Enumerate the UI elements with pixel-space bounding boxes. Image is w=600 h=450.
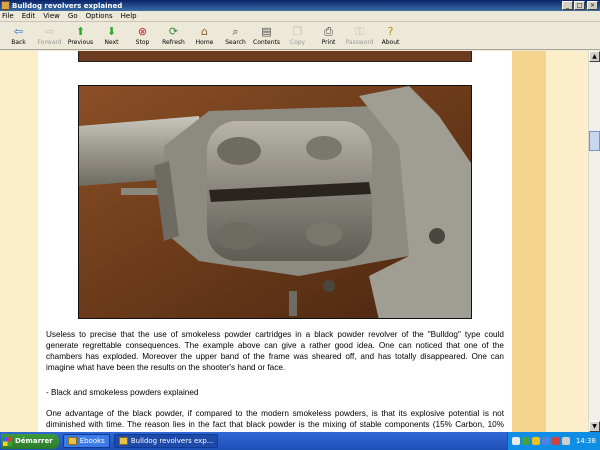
section-heading: - Black and smokeless powders explained: [46, 388, 199, 397]
tray-icon-6[interactable]: [561, 437, 570, 445]
menu-file[interactable]: File: [2, 12, 14, 20]
forward-button: ⇨ Forward: [34, 22, 65, 46]
copy-button: ❐ Copy: [282, 22, 313, 46]
paragraph-explosion: Useless to precise that the use of smoke…: [46, 330, 504, 372]
print-button[interactable]: ⎙ Print: [313, 22, 344, 46]
about-icon: ?: [387, 25, 394, 38]
tray-icon-5[interactable]: [551, 437, 560, 445]
app-icon: [1, 1, 10, 10]
menu-bar: File Edit View Go Options Help: [0, 11, 600, 22]
copy-label: Copy: [289, 39, 306, 46]
search-icon: ⌕: [232, 25, 239, 38]
print-icon: ⎙: [324, 25, 333, 38]
window-title: Bulldog revolvers explained: [12, 1, 123, 10]
taskbar: Démarrer Ebooks Bulldog revolvers exp...…: [0, 432, 600, 450]
start-label: Démarrer: [15, 437, 53, 445]
back-arrow-icon: ⇦: [13, 25, 24, 38]
refresh-button[interactable]: ⟳ Refresh: [158, 22, 189, 46]
title-bar[interactable]: Bulldog revolvers explained _ □ ×: [0, 0, 600, 11]
forward-label: Forward: [37, 39, 62, 46]
system-tray: 14:38: [506, 432, 600, 450]
task-bulldog-label: Bulldog revolvers exp...: [130, 437, 214, 445]
refresh-icon: ⟳: [168, 25, 179, 38]
stop-button[interactable]: ⊗ Stop: [127, 22, 158, 46]
close-button[interactable]: ×: [587, 1, 598, 10]
tray-icon-1[interactable]: [511, 437, 520, 445]
right-outer-band: [546, 51, 588, 432]
scroll-up-button[interactable]: ▲: [589, 51, 600, 62]
minimize-button[interactable]: _: [562, 1, 573, 10]
task-ebooks-label: Ebooks: [79, 437, 105, 445]
password-label: Password: [345, 39, 374, 46]
tray-icon-2[interactable]: [521, 437, 530, 445]
back-label: Back: [11, 39, 26, 46]
menu-options[interactable]: Options: [86, 12, 113, 20]
document-page: Useless to precise that the use of smoke…: [38, 51, 512, 432]
tray-icon-3[interactable]: [531, 437, 540, 445]
help-file-icon: [118, 437, 128, 445]
clock: 14:38: [575, 437, 596, 445]
maximize-button[interactable]: □: [574, 1, 585, 10]
previous-photo-bottom: [78, 51, 472, 62]
about-button[interactable]: ? About: [375, 22, 406, 46]
key-icon: ⚿: [355, 25, 364, 38]
contents-button[interactable]: ▤ Contents: [251, 22, 282, 46]
previous-label: Previous: [67, 39, 94, 46]
stop-icon: ⊗: [137, 25, 148, 38]
back-button[interactable]: ⇦ Back: [3, 22, 34, 46]
refresh-label: Refresh: [162, 39, 185, 46]
contents-label: Contents: [253, 39, 280, 46]
copy-icon: ❐: [292, 25, 303, 38]
menu-edit[interactable]: Edit: [22, 12, 36, 20]
contents-icon: ▤: [261, 25, 272, 38]
next-label: Next: [104, 39, 119, 46]
search-button[interactable]: ⌕ Search: [220, 22, 251, 46]
down-arrow-icon: ⬇: [106, 25, 117, 38]
paragraph-black-powder: One advantage of the black powder, if co…: [46, 409, 504, 432]
home-button[interactable]: ⌂ Home: [189, 22, 220, 46]
up-arrow-icon: ⬆: [75, 25, 86, 38]
forward-arrow-icon: ⇨: [44, 25, 55, 38]
revolver-photo: [78, 85, 472, 319]
menu-view[interactable]: View: [43, 12, 60, 20]
search-label: Search: [225, 39, 246, 46]
password-button: ⚿ Password: [344, 22, 375, 46]
home-icon: ⌂: [201, 25, 208, 38]
scroll-thumb[interactable]: [589, 131, 600, 151]
previous-button[interactable]: ⬆ Previous: [65, 22, 96, 46]
scroll-down-button[interactable]: ▼: [589, 421, 600, 432]
next-button[interactable]: ⬇ Next: [96, 22, 127, 46]
content-area: Useless to precise that the use of smoke…: [0, 51, 588, 432]
stop-label: Stop: [135, 39, 150, 46]
task-bulldog[interactable]: Bulldog revolvers exp...: [113, 434, 219, 448]
home-label: Home: [195, 39, 214, 46]
about-label: About: [381, 39, 400, 46]
menu-help[interactable]: Help: [121, 12, 137, 20]
menu-go[interactable]: Go: [68, 12, 78, 20]
right-margin-band: [512, 51, 546, 432]
tray-icon-4[interactable]: [541, 437, 550, 445]
print-label: Print: [321, 39, 336, 46]
windows-logo-icon: [3, 436, 12, 446]
left-margin-band: [0, 51, 38, 432]
folder-icon: [67, 437, 77, 445]
task-ebooks[interactable]: Ebooks: [62, 434, 110, 448]
vertical-scrollbar[interactable]: ▲ ▼: [588, 51, 600, 432]
help-viewer-window: Bulldog revolvers explained _ □ × File E…: [0, 0, 600, 432]
toolbar: ⇦ Back ⇨ Forward ⬆ Previous ⬇ Next ⊗ Stop ⟳ Refresh…: [0, 22, 600, 50]
start-button[interactable]: Démarrer: [1, 433, 59, 449]
